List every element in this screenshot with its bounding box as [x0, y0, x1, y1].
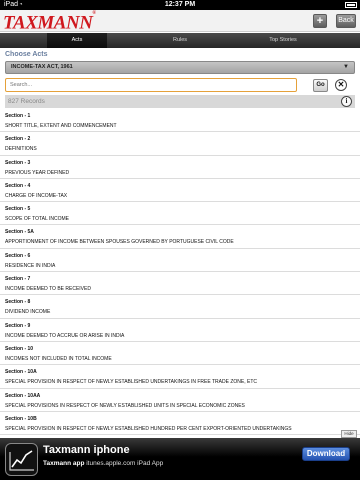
list-item[interactable]: Section - 2 DEFINITIONS [0, 132, 360, 156]
list-item[interactable]: Section - 10AA SPECIAL PROVISIONS IN RESP… [0, 389, 360, 412]
section-number: Section - 7 [5, 276, 31, 283]
section-title: SPECIAL PROVISION IN RESPECT OF NEWLY ES… [5, 379, 257, 386]
section-title: DEFINITIONS [5, 146, 37, 153]
section-number: Section - 2 [5, 136, 31, 143]
list-item[interactable]: Section - 7 INCOME DEEMED TO BE RECEIVED [0, 272, 360, 296]
section-number: Section - 8 [5, 299, 31, 306]
hide-ad-button[interactable]: Hide [341, 430, 357, 438]
section-number: Section - 1 [5, 113, 31, 119]
section-number: Section - 10 [5, 345, 34, 352]
list-item[interactable]: Section - 4 CHARGE OF INCOME-TAX [0, 179, 360, 203]
back-button[interactable]: Back [336, 14, 356, 28]
list-item[interactable]: Section - 10B SPECIAL PROVISION IN RESPEC… [0, 412, 360, 436]
list-item[interactable]: Section - 1 SHORT TITLE, EXTENT AND COMME… [0, 109, 360, 133]
section-title: CHARGE OF INCOME-TAX [5, 192, 68, 199]
logo-text: TAXMANN [3, 12, 93, 34]
list-item[interactable]: Section - 10 INCOMES NOT INCLUDED IN TOTA… [0, 342, 360, 366]
section-title: RESIDENCE IN INDIA [5, 262, 56, 269]
info-icon[interactable]: i [341, 96, 352, 107]
section-list[interactable]: Section - 1 SHORT TITLE, EXTENT AND COMME… [0, 109, 360, 436]
section-number: Section - 6 [5, 252, 31, 259]
chart-line-icon [5, 443, 38, 476]
ad-banner[interactable]: Taxmann iphone Taxmann app itunes.apple.… [0, 438, 360, 480]
list-item[interactable]: Section - 6 RESIDENCE IN INDIA [0, 249, 360, 273]
add-button[interactable]: + [313, 14, 327, 28]
ad-title: Taxmann iphone [43, 444, 130, 456]
section-number: Section - 5A [5, 229, 34, 236]
tab-top-stories[interactable]: Top Stories [252, 33, 314, 48]
section-title: SCOPE OF TOTAL INCOME [5, 216, 69, 223]
section-title: APPORTIONMENT OF INCOME BETWEEN SPOUSES … [5, 239, 234, 246]
go-button[interactable]: Go [313, 79, 328, 92]
section-title: SPECIAL PROVISION IN RESPECT OF NEWLY ES… [5, 425, 292, 432]
section-title: INCOME DEEMED TO ACCRUE OR ARISE IN INDI… [5, 332, 125, 339]
section-number: Section - 5 [5, 206, 31, 213]
act-select-dropdown[interactable]: INCOME-TAX ACT, 1961 ▼ [5, 61, 355, 74]
chevron-down-icon: ▼ [343, 64, 349, 70]
section-number: Section - 3 [5, 159, 31, 166]
section-number: Section - 10AA [5, 392, 41, 399]
ad-subtitle: Taxmann app itunes.apple.com iPad App [43, 460, 163, 467]
registered-mark: ® [92, 11, 96, 16]
tab-bar: Acts Rules Top Stories [0, 33, 360, 48]
taxmann-logo: TAXMANN® [3, 10, 96, 34]
list-item[interactable]: Section - 8 DIVIDEND INCOME [0, 295, 360, 319]
selected-act-label: INCOME-TAX ACT, 1961 [11, 64, 73, 70]
download-button[interactable]: Download [302, 447, 350, 461]
list-item[interactable]: Section - 9 INCOME DEEMED TO ACCRUE OR AR… [0, 319, 360, 342]
section-title: PREVIOUS YEAR DEFINED [5, 169, 70, 176]
section-number: Section - 4 [5, 182, 31, 189]
section-number: Section - 10A [5, 369, 37, 376]
search-input[interactable] [5, 78, 297, 92]
list-item[interactable]: Section - 3 PREVIOUS YEAR DEFINED [0, 156, 360, 179]
section-number: Section - 9 [5, 322, 31, 329]
ad-app-name: Taxmann app [43, 460, 85, 467]
section-title: INCOMES NOT INCLUDED IN TOTAL INCOME [5, 355, 112, 362]
list-item[interactable]: Section - 10A SPECIAL PROVISION IN RESPEC… [0, 365, 360, 389]
clear-search-icon[interactable]: ✕ [335, 79, 347, 91]
records-bar: 827 Records i [5, 95, 355, 108]
section-number: Section - 10B [5, 415, 37, 422]
section-title: DIVIDEND INCOME [5, 309, 51, 316]
tab-rules[interactable]: Rules [150, 33, 210, 48]
records-count: 827 Records [8, 98, 45, 105]
section-title: SPECIAL PROVISIONS IN RESPECT OF NEWLY E… [5, 402, 245, 409]
status-time: 12:37 PM [164, 1, 196, 8]
app-header: TAXMANN® + Back [0, 10, 360, 34]
list-item[interactable]: Section - 5A APPORTIONMENT OF INCOME BETW… [0, 225, 360, 249]
section-title: SHORT TITLE, EXTENT AND COMMENCEMENT [5, 123, 117, 129]
list-item[interactable]: Section - 5 SCOPE OF TOTAL INCOME [0, 202, 360, 226]
tab-acts[interactable]: Acts [47, 33, 107, 48]
battery-icon [345, 2, 357, 8]
status-bar: iPad ◔ 12:37 PM [0, 0, 360, 10]
choose-acts-label: Choose Acts [5, 51, 48, 58]
section-title: INCOME DEEMED TO BE RECEIVED [5, 286, 91, 293]
ad-source: itunes.apple.com iPad App [86, 460, 164, 467]
